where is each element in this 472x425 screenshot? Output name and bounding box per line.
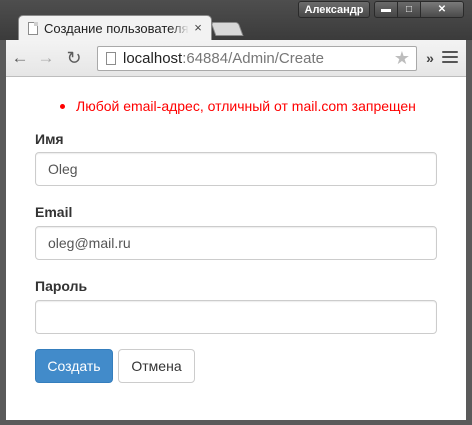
page-icon [28,22,38,35]
menu-icon-bar [442,56,458,58]
close-window-button[interactable]: ✕ [420,1,464,18]
page-icon [106,52,116,65]
page-content: Любой email-адрес, отличный от mail.com … [6,77,466,420]
address-bar[interactable]: localhost:64884/Admin/Create ★ [97,46,417,71]
minimize-button[interactable]: ▬ [374,1,398,18]
validation-summary: Любой email-адрес, отличный от mail.com … [60,97,416,115]
password-field[interactable] [35,300,437,334]
email-label: Email [35,204,73,220]
validation-error: Любой email-адрес, отличный от mail.com … [60,97,416,115]
new-tab-button[interactable] [210,22,244,36]
browser-toolbar: ← → ↻ localhost:64884/Admin/Create ★ » [6,40,466,77]
create-button[interactable]: Создать [35,349,113,383]
reload-icon[interactable]: ↻ [64,48,84,68]
email-field[interactable]: oleg@mail.ru [35,226,437,260]
browser-window: Александр ▬ □ ✕ Создание пользователя × … [0,0,472,425]
url-host: localhost [123,50,183,67]
password-label: Пароль [35,278,88,294]
cancel-button[interactable]: Отмена [118,349,195,383]
extensions-overflow-icon[interactable]: » [423,48,437,68]
tab-close-icon[interactable]: × [191,20,205,36]
maximize-button[interactable]: □ [397,1,421,18]
name-label: Имя [35,131,64,147]
url-text[interactable]: localhost:64884/Admin/Create [123,49,324,68]
title-bar: Александр ▬ □ ✕ Создание пользователя × [0,0,472,41]
name-field[interactable]: Oleg [35,152,437,186]
back-icon[interactable]: ← [10,48,30,68]
url-path: :64884/Admin/Create [182,50,324,67]
tab-title: Создание пользователя [44,21,189,36]
star-icon[interactable]: ★ [391,48,413,69]
tab-active[interactable]: Создание пользователя × [18,15,212,41]
menu-icon[interactable] [442,51,458,65]
menu-icon-bar [442,51,458,53]
menu-icon-bar [442,61,458,63]
profile-button[interactable]: Александр [298,1,370,18]
forward-icon[interactable]: → [36,48,56,68]
